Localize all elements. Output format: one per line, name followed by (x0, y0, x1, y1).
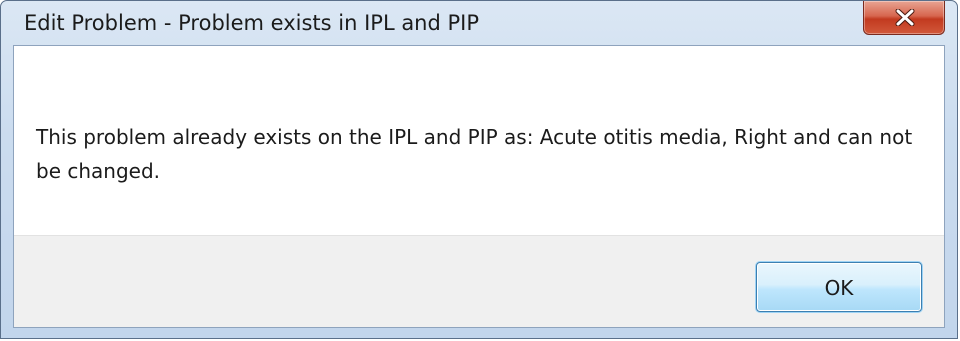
dialog-window: Edit Problem - Problem exists in IPL and… (0, 0, 958, 339)
window-title: Edit Problem - Problem exists in IPL and… (24, 11, 480, 35)
message-area: This problem already exists on the IPL a… (14, 46, 944, 235)
close-icon (895, 9, 915, 26)
ok-button[interactable]: OK (756, 262, 922, 312)
title-bar[interactable]: Edit Problem - Problem exists in IPL and… (1, 1, 957, 45)
message-text: This problem already exists on the IPL a… (36, 125, 913, 183)
close-button[interactable] (863, 1, 945, 35)
button-bar: OK (14, 235, 944, 327)
dialog-client-area: This problem already exists on the IPL a… (13, 45, 945, 328)
